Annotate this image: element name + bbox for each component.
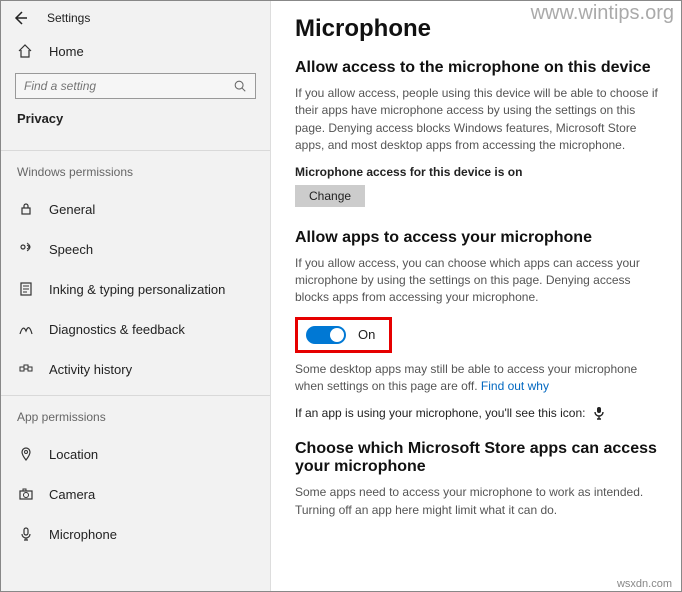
sidebar-item-inking[interactable]: Inking & typing personalization <box>1 269 270 309</box>
sidebar-item-diagnostics[interactable]: Diagnostics & feedback <box>1 309 270 349</box>
nav-label: General <box>49 202 95 217</box>
title-bar: Settings <box>1 1 270 33</box>
section2-desc: If you allow access, you can choose whic… <box>295 255 661 307</box>
nav-label: Microphone <box>49 527 117 542</box>
using-mic-note: If an app is using your microphone, you'… <box>295 406 661 421</box>
sidebar-item-general[interactable]: General <box>1 189 270 229</box>
lock-icon <box>17 201 35 217</box>
sidebar: Settings Home Privacy Windows permission… <box>1 1 271 591</box>
toggle-state-label: On <box>358 327 375 342</box>
sidebar-item-microphone[interactable]: Microphone <box>1 514 270 554</box>
search-icon <box>233 79 247 93</box>
home-icon <box>17 43 35 59</box>
group-header-app: App permissions <box>1 396 270 434</box>
section1-heading: Allow access to the microphone on this d… <box>295 59 661 77</box>
app-title: Settings <box>47 11 90 25</box>
microphone-indicator-icon <box>593 406 605 421</box>
search-container <box>1 69 270 109</box>
search-input[interactable] <box>15 73 256 99</box>
section3-desc: Some apps need to access your microphone… <box>295 484 661 519</box>
current-section-label: Privacy <box>1 109 270 140</box>
nav-label: Activity history <box>49 362 132 377</box>
sidebar-item-location[interactable]: Location <box>1 434 270 474</box>
nav-label: Location <box>49 447 98 462</box>
microphone-icon <box>17 526 35 542</box>
group-header-windows: Windows permissions <box>1 151 270 189</box>
desktop-apps-note: Some desktop apps may still be able to a… <box>295 361 661 396</box>
back-button[interactable] <box>11 9 29 27</box>
mic-access-status: Microphone access for this device is on <box>295 165 661 179</box>
camera-icon <box>17 486 35 502</box>
nav-label: Diagnostics & feedback <box>49 322 185 337</box>
speech-icon <box>17 241 35 257</box>
watermark: www.wintips.org <box>531 2 674 25</box>
section3-heading: Choose which Microsoft Store apps can ac… <box>295 440 661 476</box>
sidebar-item-speech[interactable]: Speech <box>1 229 270 269</box>
location-icon <box>17 446 35 462</box>
sidebar-item-history[interactable]: Activity history <box>1 349 270 389</box>
history-icon <box>17 361 35 377</box>
change-button[interactable]: Change <box>295 185 365 207</box>
search-field[interactable] <box>24 79 233 93</box>
nav-label: Speech <box>49 242 93 257</box>
section2-heading: Allow apps to access your microphone <box>295 229 661 247</box>
home-label: Home <box>49 44 84 59</box>
nav-label: Camera <box>49 487 95 502</box>
inking-icon <box>17 281 35 297</box>
find-out-why-link[interactable]: Find out why <box>481 379 549 393</box>
toggle-knob <box>330 328 344 342</box>
section1-desc: If you allow access, people using this d… <box>295 85 661 155</box>
highlight-box: On <box>295 317 392 353</box>
allow-apps-toggle[interactable] <box>306 326 346 344</box>
diagnostics-icon <box>17 321 35 337</box>
sidebar-item-camera[interactable]: Camera <box>1 474 270 514</box>
footer-mark: wsxdn.com <box>617 578 672 590</box>
main-content: Microphone Allow access to the microphon… <box>271 1 681 591</box>
nav-label: Inking & typing personalization <box>49 282 225 297</box>
home-nav[interactable]: Home <box>1 33 270 69</box>
